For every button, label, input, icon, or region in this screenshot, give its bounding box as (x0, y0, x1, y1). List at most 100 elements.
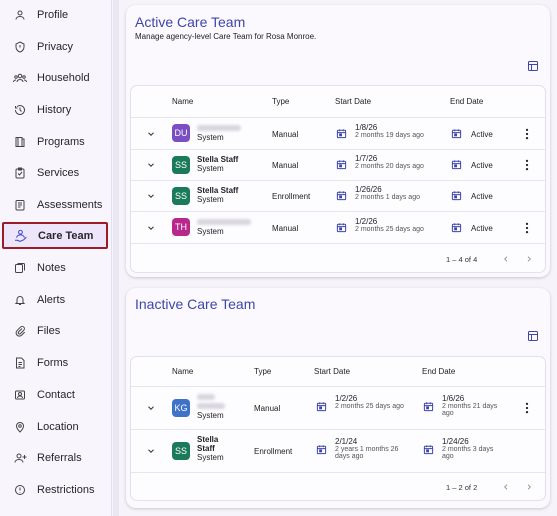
type-cell: Enrollment (254, 447, 293, 456)
column-header-start-date[interactable]: Start Date (335, 97, 371, 106)
table-footer: 1 – 2 of 2 (131, 472, 545, 501)
column-header-type[interactable]: Type (272, 97, 289, 106)
sidebar-item-label: History (37, 103, 72, 116)
redacted-name (197, 219, 251, 225)
table-row[interactable]: SS Stella Staff System Enrollment 1/26/2… (131, 180, 545, 211)
care-team-icon (8, 229, 34, 242)
more-options-icon[interactable] (524, 159, 530, 171)
sidebar-item-label: Contact (37, 388, 75, 401)
chevron-down-icon[interactable] (146, 129, 156, 139)
sidebar-item-household[interactable]: Household (3, 64, 108, 91)
scrollbar-gutter (113, 0, 119, 516)
name-subtitle: System (197, 164, 224, 173)
table-row[interactable]: KG System Manual 1/2/26 2 months 25 days… (131, 386, 545, 429)
start-date: 1/26/26 (355, 185, 382, 194)
start-date: 1/2/26 (335, 394, 358, 403)
more-options-icon[interactable] (524, 402, 530, 414)
calendar-icon (423, 445, 434, 455)
chevron-down-icon[interactable] (146, 446, 156, 456)
name-cell: System (197, 393, 225, 420)
start-date-cell: 1/7/26 2 months 20 days ago (355, 154, 424, 170)
calendar-icon (451, 129, 462, 139)
sidebar-item-label: Profile (37, 8, 69, 21)
chevron-left-icon[interactable] (502, 483, 510, 491)
sidebar-item-alerts[interactable]: Alerts (3, 286, 108, 313)
person-icon (7, 9, 33, 21)
calendar-icon (336, 160, 347, 170)
sidebar-item-programs[interactable]: Programs (3, 128, 108, 155)
table-settings-icon[interactable] (527, 60, 539, 72)
column-header-start-date[interactable]: Start Date (314, 367, 350, 376)
sidebar-item-label: Programs (37, 135, 85, 148)
start-date-relative: 2 years 1 months 26 days ago (335, 446, 399, 460)
start-date-relative: 2 months 19 days ago (355, 132, 424, 139)
chevron-down-icon[interactable] (146, 160, 156, 170)
end-date-relative: 2 months 21 days ago (442, 403, 498, 417)
assessment-icon (7, 199, 33, 211)
table-row[interactable]: DU System Manual 1/8/26 2 months 19 days… (131, 117, 545, 149)
sidebar-item-location[interactable]: Location (3, 413, 108, 440)
chevron-right-icon[interactable] (525, 255, 533, 263)
name-cell: System (197, 124, 241, 142)
sidebar-item-history[interactable]: History (3, 96, 108, 123)
sidebar-item-referrals[interactable]: Referrals (3, 444, 108, 471)
chevron-down-icon[interactable] (146, 223, 156, 233)
sidebar-item-files[interactable]: Files (3, 317, 108, 344)
sidebar-item-label: Location (37, 420, 79, 433)
end-date: 1/24/26 (442, 437, 469, 446)
column-header-name[interactable]: Name (172, 97, 193, 106)
name-subtitle: System (197, 227, 224, 236)
sidebar-item-assessments[interactable]: Assessments (3, 191, 108, 218)
avatar-initials: TH (175, 222, 187, 232)
calendar-icon (423, 402, 434, 412)
calendar-icon (336, 191, 347, 201)
table-row[interactable]: SS Stella Staff System Manual 1/7/26 2 m… (131, 149, 545, 180)
chevron-down-icon[interactable] (146, 403, 156, 413)
active-care-team-table: Name Type Start Date End Date DU System … (130, 85, 546, 273)
end-date-cell: Active (471, 192, 493, 201)
table-settings-icon[interactable] (527, 330, 539, 342)
sidebar-item-label: Services (37, 166, 80, 179)
pagination-range: 1 – 2 of 2 (446, 483, 478, 492)
chevron-down-icon[interactable] (146, 191, 156, 201)
sidebar-item-privacy[interactable]: Privacy (3, 33, 108, 60)
column-header-end-date[interactable]: End Date (422, 367, 455, 376)
start-date: 2/1/24 (335, 437, 358, 446)
column-header-name[interactable]: Name (172, 367, 193, 376)
avatar-initials: SS (174, 446, 187, 456)
redacted-name (197, 394, 215, 400)
clipboard-check-icon (7, 167, 33, 179)
sidebar-item-care-team[interactable]: Care Team (2, 222, 108, 249)
calendar-icon (316, 402, 327, 412)
sidebar-item-label: Alerts (37, 293, 66, 306)
name-subtitle: System (197, 411, 224, 420)
name-cell: Stella Staff System (197, 186, 238, 204)
sidebar-item-restrictions[interactable]: Restrictions (3, 476, 108, 503)
more-options-icon[interactable] (524, 128, 530, 140)
table-row[interactable]: TH System Manual 1/2/26 2 months 25 days… (131, 211, 545, 243)
column-header-end-date[interactable]: End Date (450, 97, 483, 106)
avatar: KG (172, 399, 190, 417)
shield-icon (7, 40, 33, 53)
avatar: DU (172, 124, 190, 142)
avatar-initials: KG (174, 403, 188, 413)
sidebar-item-label: Privacy (37, 40, 74, 53)
chevron-left-icon[interactable] (502, 255, 510, 263)
chevron-right-icon[interactable] (525, 483, 533, 491)
sidebar-item-forms[interactable]: Forms (3, 349, 108, 376)
sidebar-item-contact[interactable]: Contact (3, 381, 108, 408)
sidebar-item-profile[interactable]: Profile (3, 1, 108, 28)
more-options-icon[interactable] (524, 222, 530, 234)
sidebar-item-notes[interactable]: Notes (3, 254, 108, 281)
sidebar-item-label: Forms (37, 356, 69, 369)
avatar-initials: SS (174, 160, 187, 170)
start-date: 1/2/26 (355, 217, 378, 226)
table-row[interactable]: SS Stella Staff System Enrollment 2/1/24… (131, 429, 545, 472)
start-date: 1/7/26 (355, 154, 378, 163)
active-card-subtitle: Manage agency-level Care Team for Rosa M… (135, 32, 317, 41)
start-date-cell: 1/26/26 2 months 1 days ago (355, 185, 420, 201)
sidebar-item-services[interactable]: Services (3, 159, 108, 186)
end-date-cell: 1/6/26 2 months 21 days ago (442, 394, 500, 417)
type-cell: Manual (272, 161, 299, 170)
column-header-type[interactable]: Type (254, 367, 271, 376)
